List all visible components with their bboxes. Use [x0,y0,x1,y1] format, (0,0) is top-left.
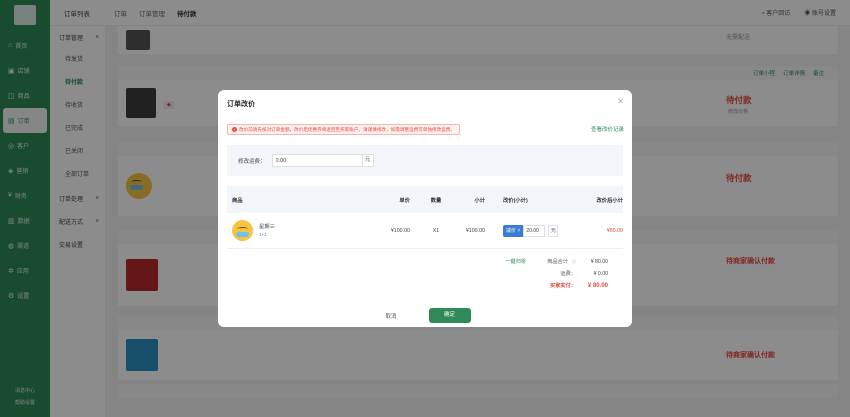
info-icon: ⓘ [572,259,576,264]
product-info: 星期三 1+1 [259,223,275,239]
price-summary: 一键归零 商品合计 ⓘ ¥ 80.00 运费： ¥ 0.00 买家实付： ¥ 80.00 [505,256,608,292]
goods-total-label: 商品合计 [547,259,568,265]
table-header: 商品 单价 数量 小计 改价(小计) 改价后小计 [227,186,623,213]
shipping-unit: 元 [361,154,374,167]
col-subtotal: 小计 [474,197,485,204]
chevron-down-icon: ˅ [517,227,521,234]
adjust-mode-label: 减价 [506,227,517,234]
confirm-button[interactable]: 确定 [428,308,471,323]
shipping-fee-input[interactable] [271,154,320,167]
shipping-edit-label: 修改运费： [238,158,266,165]
col-adjust: 改价(小计) [503,197,528,204]
product-after-price: ¥80.00 [606,227,623,234]
adjust-mode-select[interactable]: 减价 ˅ [503,224,524,237]
buyer-pay-row: 买家实付： ¥ 80.00 [547,280,608,292]
adjust-unit: 元 [548,224,559,237]
shipping-input-spacer [319,154,362,167]
shipping-row: 运费： ¥ 0.00 [547,268,608,280]
goods-total-value: ¥ 80.00 [590,259,608,265]
close-icon[interactable]: ✕ [617,97,624,106]
table-row: 星期三 1+1 ¥100.00 X1 ¥100.00 减价 ˅ 20.00 元 … [227,213,623,249]
product-price: ¥100.00 [390,227,410,234]
shipping-label: 运费： [560,271,576,277]
product-name: 星期三 [259,223,275,230]
price-edit-dialog: 订单改价 ✕ ! 改价前请先核对订单金额，改价后优惠券将退回至买家账户，请谨慎修… [218,90,632,327]
col-after: 改价后小计 [596,197,624,204]
col-price: 单价 [399,197,410,204]
reset-all-link[interactable]: 一键归零 [505,256,526,268]
goods-total-row: 商品合计 ⓘ ¥ 80.00 [547,256,608,268]
buyer-pay-value: ¥ 80.00 [587,283,608,289]
col-qty: 数量 [430,197,442,204]
dialog-title: 订单改价 [227,101,255,108]
product-price-table: 商品 单价 数量 小计 改价(小计) 改价后小计 星期三 1+1 ¥100.00… [227,186,623,249]
product-image [232,220,253,241]
product-subtotal: ¥100.00 [465,227,485,234]
adjust-control: 减价 ˅ 20.00 元 [503,224,567,237]
col-product: 商品 [232,197,243,204]
cancel-button[interactable]: 取消 [379,309,402,323]
product-qty: X1 [432,227,440,234]
price-history-link[interactable]: 查看改价记录 [591,125,624,133]
shipping-input-group: 元 [271,154,374,167]
adjust-cell: 减价 ˅ 20.00 元 [485,224,567,237]
warning-alert: ! 改价前请先核对订单金额，改价后优惠券将退回至买家账户，请谨慎修改，如需调整运… [227,124,460,135]
shipping-edit-row: 修改运费： 元 [227,145,623,176]
product-spec: 1+1 [259,231,267,237]
buyer-pay-label: 买家实付： [550,283,576,289]
product-cell: 星期三 1+1 [227,220,365,241]
warning-text: 改价前请先核对订单金额，改价后优惠券将退回至买家账户，请谨慎修改，如需调整运费可… [239,126,455,132]
warning-icon: ! [232,127,237,132]
dialog-footer: 取消 确定 [218,308,632,323]
adjust-amount-input[interactable]: 20.00 [523,224,546,237]
shipping-value: ¥ 0.00 [593,271,608,277]
